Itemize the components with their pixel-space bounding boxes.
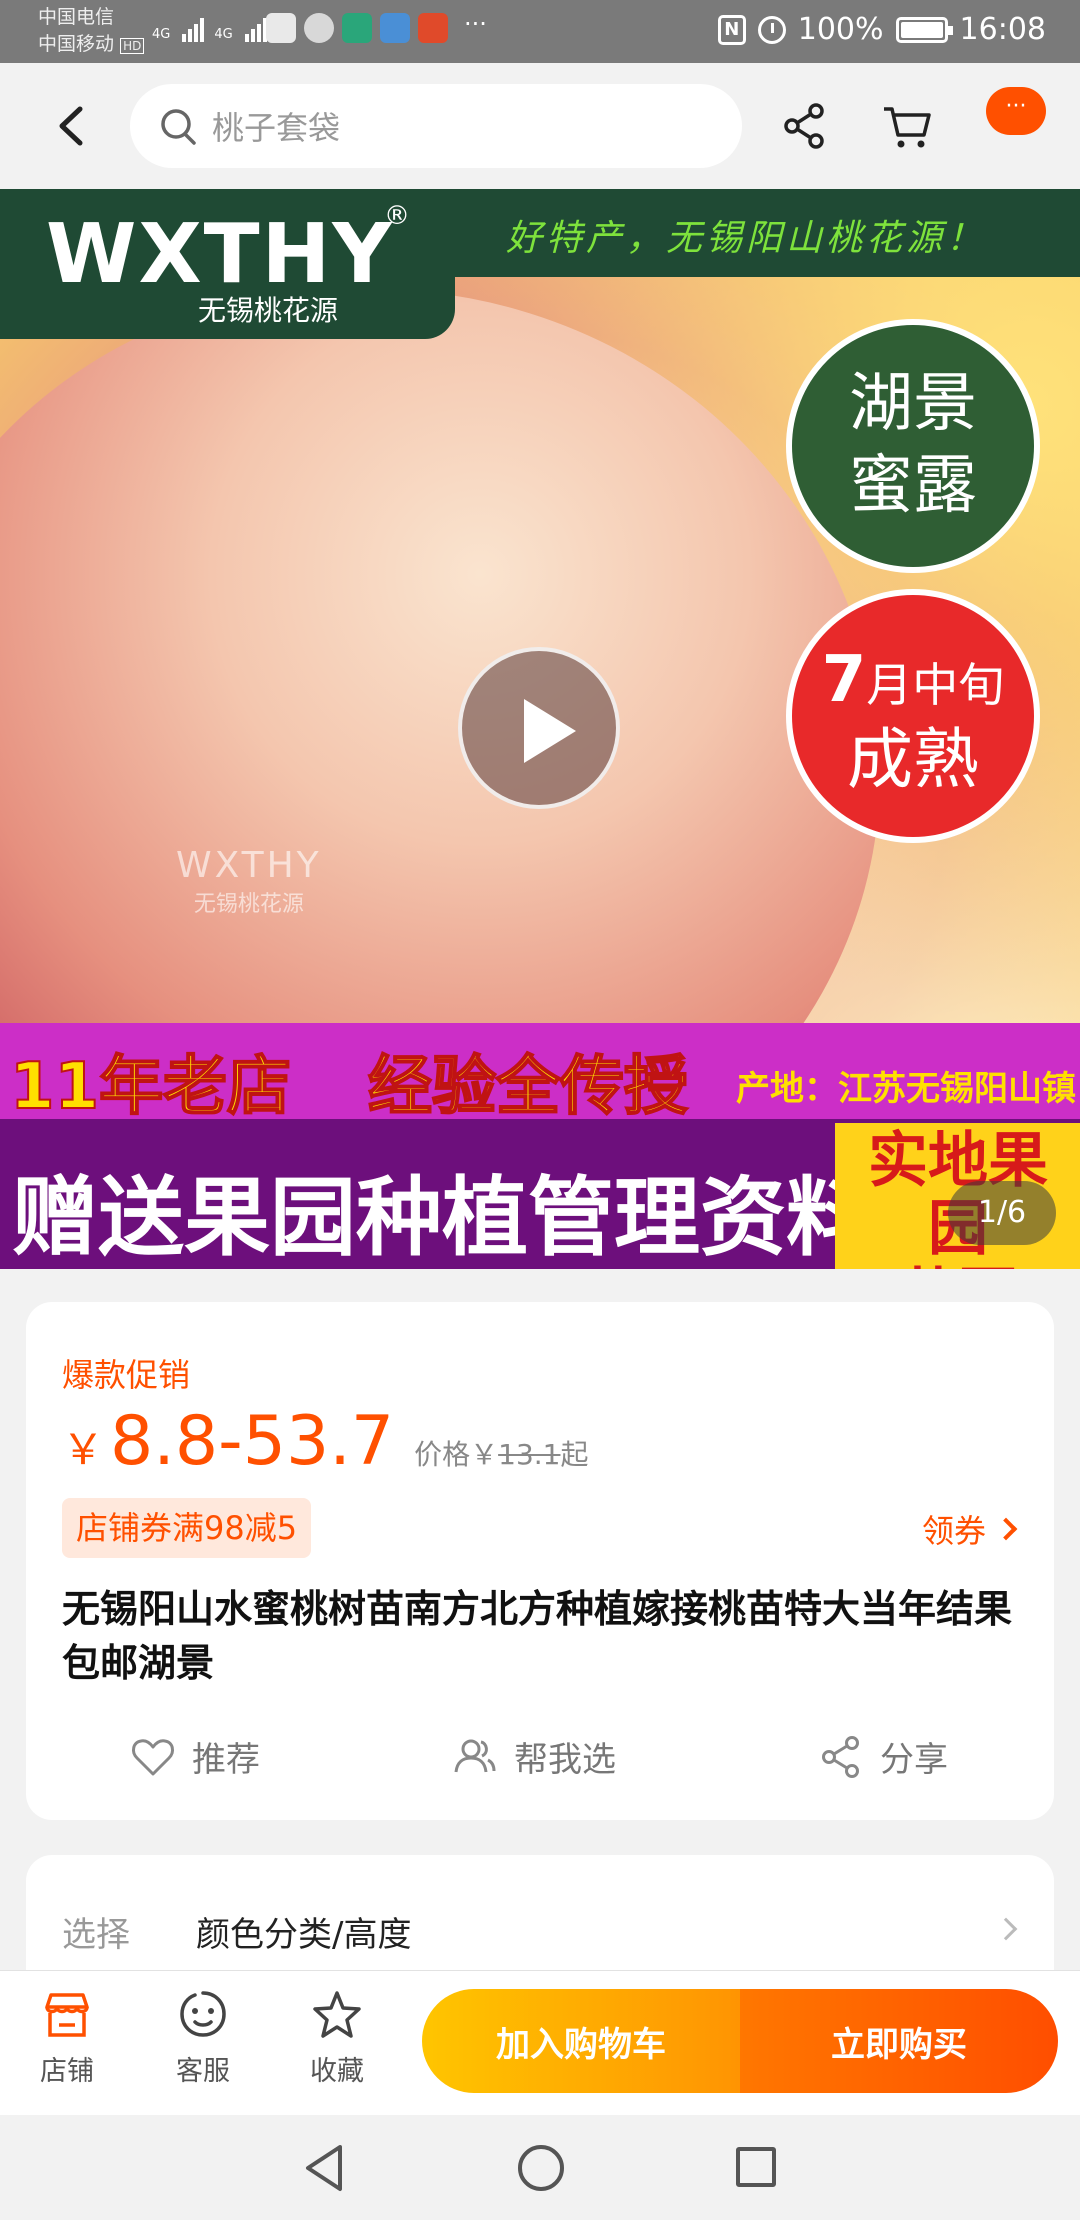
favorite-tab[interactable]: 收藏 bbox=[282, 1989, 392, 2088]
promo-tag: 爆款促销 bbox=[62, 1356, 191, 1394]
help-choose-label: 帮我选 bbox=[514, 1740, 616, 1780]
brand-subtitle: 无锡桃花源 bbox=[198, 294, 339, 327]
share-icon bbox=[822, 1735, 859, 1778]
customer-service-tab[interactable]: 客服 bbox=[148, 1989, 258, 2088]
currency-symbol: ￥ bbox=[62, 1425, 105, 1474]
network-type-1: 4G bbox=[152, 27, 171, 42]
more-menu-button[interactable]: ··· bbox=[986, 87, 1046, 135]
app-notification-icon bbox=[266, 13, 296, 43]
buy-now-button[interactable]: 立即购买 bbox=[740, 1989, 1058, 2093]
help-choose-button[interactable]: 帮我选 bbox=[452, 1732, 616, 1781]
app-notification-icon bbox=[342, 13, 372, 43]
clock: 16:08 bbox=[959, 12, 1046, 47]
signal-icons: 4G 4G bbox=[152, 14, 267, 42]
system-nav-bar bbox=[0, 2115, 1080, 2220]
registered-mark: ® bbox=[384, 201, 410, 231]
share-icon[interactable] bbox=[782, 101, 828, 151]
brand-logo: WXTHY bbox=[46, 207, 394, 302]
variety-line-2: 蜜露 bbox=[849, 449, 977, 523]
nav-recent-apps-icon[interactable] bbox=[736, 2147, 776, 2187]
star-icon bbox=[313, 1991, 361, 2038]
promo-band-1: 11年老店 经验全传授 产地：江苏无锡阳山镇 bbox=[0, 1023, 1080, 1125]
product-image-carousel[interactable]: WXTHY ® 无锡桃花源 好特产，无锡阳山桃花源！ 湖景 蜜露 7月中旬 成熟… bbox=[0, 189, 1080, 1269]
promo-band-2: 赠送果园种植管理资料 实地果园 苗圃 bbox=[0, 1119, 1080, 1269]
promo-experience: 经验全传授 bbox=[367, 1049, 689, 1125]
app-notification-icon bbox=[380, 13, 410, 43]
bottom-action-bar: 店铺 客服 收藏 加入购物车 立即购买 bbox=[0, 1970, 1080, 2115]
signal-icon-2 bbox=[244, 14, 267, 42]
service-label: 客服 bbox=[176, 2056, 230, 2087]
get-coupon-button[interactable]: 领券 bbox=[921, 1506, 1018, 1552]
ripening-badge: 7月中旬 成熟 bbox=[786, 589, 1040, 843]
variety-badge: 湖景 蜜露 bbox=[786, 319, 1040, 573]
promo-origin: 产地：江苏无锡阳山镇 bbox=[736, 1069, 1076, 1109]
promo-gift: 赠送果园种植管理资料 bbox=[12, 1168, 872, 1268]
get-coupon-label: 领券 bbox=[921, 1512, 986, 1550]
product-title: 无锡阳山水蜜桃树苗南方北方种植嫁接桃苗特大当年结果包邮湖景 bbox=[62, 1587, 1013, 1685]
price-row: ￥ 8.8-53.7 价格￥13.1起 bbox=[62, 1402, 588, 1481]
chevron-right-icon bbox=[994, 1517, 1018, 1541]
people-icon bbox=[454, 1739, 496, 1772]
share-button[interactable]: 分享 bbox=[818, 1732, 948, 1781]
app-notification-icon bbox=[418, 13, 448, 43]
brand-logo-box: WXTHY ® 无锡桃花源 bbox=[0, 189, 455, 339]
nav-home-icon[interactable] bbox=[518, 2145, 564, 2191]
product-info-card: 爆款促销 ￥ 8.8-53.7 价格￥13.1起 店铺券满98减5 领券 无锡阳… bbox=[26, 1302, 1054, 1820]
recommend-button[interactable]: 推荐 bbox=[130, 1732, 260, 1781]
alarm-icon bbox=[757, 15, 786, 44]
wechat-icon bbox=[304, 13, 334, 43]
carrier-1: 中国电信 bbox=[38, 6, 115, 28]
share-label: 分享 bbox=[880, 1740, 948, 1780]
search-bar[interactable]: 桃子套袋 bbox=[130, 84, 742, 168]
search-placeholder: 桃子套袋 bbox=[212, 109, 341, 147]
store-icon bbox=[45, 1993, 89, 2037]
brand-slogan: 好特产，无锡阳山桃花源！ bbox=[506, 218, 987, 259]
store-coupon-badge: 店铺券满98减5 bbox=[62, 1498, 312, 1558]
ripening-line-2: 成熟 bbox=[847, 721, 979, 798]
more-notifications-icon: ··· bbox=[464, 10, 487, 38]
carrier-2: 中国移动 HD bbox=[38, 31, 145, 60]
chevron-right-icon bbox=[994, 1917, 1018, 1941]
nav-back-icon[interactable] bbox=[300, 2141, 350, 2195]
back-arrow-icon[interactable] bbox=[52, 103, 92, 149]
store-tab[interactable]: 店铺 bbox=[12, 1989, 122, 2088]
hd-badge: HD bbox=[120, 38, 145, 54]
battery-percent: 100% bbox=[797, 12, 884, 47]
battery-icon bbox=[895, 16, 953, 43]
store-label: 店铺 bbox=[40, 2056, 94, 2087]
top-header: 桃子套袋 ··· bbox=[0, 63, 1080, 189]
original-price: 价格￥13.1起 bbox=[414, 1438, 589, 1471]
signal-icon bbox=[182, 14, 205, 42]
promo-years: 11年老店 bbox=[9, 1049, 292, 1125]
watermark-logo: WXTHY bbox=[176, 845, 322, 886]
recommend-label: 推荐 bbox=[192, 1740, 260, 1780]
cart-icon[interactable] bbox=[882, 103, 932, 151]
ripening-line-1: 7月中旬 bbox=[821, 643, 1005, 717]
price-range: 8.8-53.7 bbox=[110, 1402, 395, 1481]
watermark: WXTHY 无锡桃花源 bbox=[176, 845, 322, 918]
watermark-text: 无锡桃花源 bbox=[193, 892, 304, 917]
network-type-2: 4G bbox=[214, 27, 233, 42]
product-actions: 推荐 帮我选 分享 bbox=[26, 1732, 1054, 1792]
play-video-button[interactable] bbox=[458, 647, 620, 809]
favorite-label: 收藏 bbox=[310, 2056, 364, 2087]
service-face-icon bbox=[180, 1991, 226, 2037]
select-label: 选择 bbox=[62, 1915, 130, 1955]
carousel-page-indicator: 1/6 bbox=[948, 1181, 1056, 1245]
play-icon bbox=[524, 699, 576, 763]
heart-icon bbox=[132, 1738, 174, 1775]
purchase-buttons: 加入购物车 立即购买 bbox=[422, 1989, 1058, 2093]
notification-icons bbox=[266, 13, 448, 43]
search-icon bbox=[161, 109, 196, 145]
status-bar: 中国电信 中国移动 HD 4G 4G ··· N 100% 16:08 bbox=[0, 0, 1080, 63]
nfc-icon: N bbox=[717, 14, 746, 45]
add-to-cart-button[interactable]: 加入购物车 bbox=[422, 1989, 740, 2093]
carrier-info: 中国电信 中国移动 HD bbox=[38, 4, 145, 60]
select-value: 颜色分类/高度 bbox=[196, 1915, 412, 1955]
variety-line-1: 湖景 bbox=[849, 367, 977, 441]
status-right: N 100% 16:08 bbox=[717, 12, 1046, 47]
